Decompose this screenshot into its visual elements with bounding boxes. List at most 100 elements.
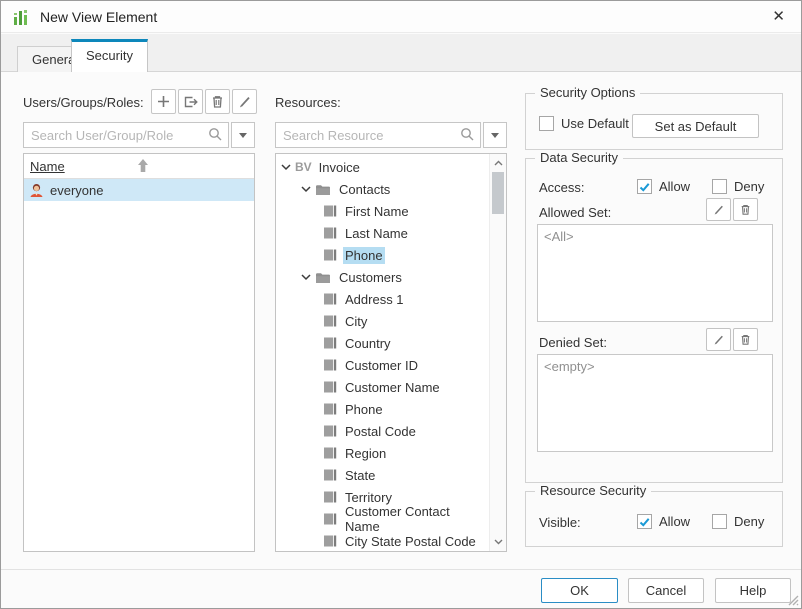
- tree-item-label: Customer Contact Name: [343, 503, 489, 535]
- field-icon: [323, 468, 337, 482]
- field-icon: [323, 380, 337, 394]
- use-default-checkline: Use Default: [539, 116, 629, 131]
- visible-label: Visible:: [539, 515, 581, 530]
- tree-item-label: Country: [343, 335, 393, 352]
- allowed-set-delete-button[interactable]: [733, 198, 758, 221]
- tree-item[interactable]: State: [276, 464, 489, 486]
- allowed-set-box[interactable]: <All>: [537, 224, 773, 322]
- tree-item[interactable]: Phone: [276, 398, 489, 420]
- user-row-label: everyone: [50, 183, 103, 198]
- access-allow-label: Allow: [659, 179, 690, 194]
- users-list-body: everyone: [24, 179, 254, 201]
- export-user-button[interactable]: [178, 89, 203, 114]
- sort-ascending-icon: [136, 158, 150, 173]
- denied-set-delete-button[interactable]: [733, 328, 758, 351]
- users-search-row: [23, 122, 255, 148]
- tree-item[interactable]: Address 1: [276, 288, 489, 310]
- tree-item-label: Customers: [337, 269, 404, 286]
- tree-item[interactable]: Postal Code: [276, 420, 489, 442]
- edit-user-button[interactable]: [232, 89, 257, 114]
- chevron-down-icon[interactable]: [280, 163, 292, 171]
- tree-item[interactable]: Customer ID: [276, 354, 489, 376]
- resize-grip[interactable]: [786, 593, 799, 606]
- user-list-row[interactable]: everyone: [24, 179, 254, 201]
- visible-allow-checkbox[interactable]: [637, 514, 652, 529]
- tree-item[interactable]: First Name: [276, 200, 489, 222]
- security-options-title: Security Options: [535, 85, 640, 100]
- tree-item-label: Address 1: [343, 291, 406, 308]
- check-icon: [639, 517, 650, 527]
- tree-item-label: State: [343, 467, 377, 484]
- folder-icon: [315, 271, 331, 284]
- field-icon: [323, 446, 337, 460]
- window-title: New View Element: [40, 9, 157, 25]
- tree-item[interactable]: Customer Name: [276, 376, 489, 398]
- set-as-default-button[interactable]: Set as Default: [632, 114, 759, 138]
- close-icon[interactable]: ✕: [768, 7, 789, 26]
- user-search-input[interactable]: [23, 122, 229, 148]
- field-icon: [323, 424, 337, 438]
- search-icon: [460, 127, 475, 142]
- search-icon: [208, 127, 223, 142]
- use-default-checkbox[interactable]: [539, 116, 554, 131]
- help-button[interactable]: Help: [715, 578, 791, 603]
- data-security-group: Data Security Access: Allow Deny Allowed…: [525, 158, 783, 483]
- tree-item-label: City: [343, 313, 369, 330]
- access-allow-checkbox[interactable]: [637, 179, 652, 194]
- denied-set-label: Denied Set:: [539, 335, 607, 350]
- title-bar: New View Element ✕: [1, 1, 801, 33]
- tree-item[interactable]: Customer Contact Name: [276, 508, 489, 530]
- security-options-group: Security Options Use Default Set as Defa…: [525, 93, 783, 150]
- chevron-down-icon[interactable]: [300, 273, 312, 281]
- footer-divider: [1, 569, 801, 570]
- scroll-up-icon[interactable]: [490, 155, 506, 171]
- allowed-set-edit-button[interactable]: [706, 198, 731, 221]
- tree-item-label: Phone: [343, 247, 385, 264]
- tree-item[interactable]: Contacts: [276, 178, 489, 200]
- tree-item[interactable]: Region: [276, 442, 489, 464]
- visible-allow-checkline: Allow: [637, 514, 690, 529]
- visible-deny-checkline: Deny: [712, 514, 764, 529]
- chevron-down-icon: [491, 133, 499, 138]
- visible-allow-label: Allow: [659, 514, 690, 529]
- resource-security-group: Resource Security Visible: Allow Deny: [525, 491, 783, 547]
- scroll-down-icon[interactable]: [490, 534, 506, 550]
- tree-item-label: Invoice: [317, 159, 362, 176]
- field-icon: [323, 336, 337, 350]
- resource-search-dropdown-button[interactable]: [483, 122, 507, 148]
- tree-scrollbar[interactable]: [489, 154, 506, 551]
- denied-set-box[interactable]: <empty>: [537, 354, 773, 452]
- resource-tree: BV Invoice Contacts First Name: [276, 156, 489, 551]
- resource-search-input[interactable]: [275, 122, 481, 148]
- name-column-header[interactable]: Name: [30, 159, 65, 174]
- tree-item[interactable]: City: [276, 310, 489, 332]
- field-icon: [323, 534, 337, 548]
- app-logo-icon: [13, 8, 31, 26]
- tree-item[interactable]: BV Invoice: [276, 156, 489, 178]
- ok-button[interactable]: OK: [541, 578, 618, 603]
- visible-deny-checkbox[interactable]: [712, 514, 727, 529]
- trash-icon: [740, 333, 751, 346]
- chevron-down-icon: [239, 133, 247, 138]
- resources-search-row: [275, 122, 507, 148]
- scrollbar-thumb[interactable]: [492, 172, 504, 214]
- access-deny-checkbox[interactable]: [712, 179, 727, 194]
- tree-item[interactable]: Country: [276, 332, 489, 354]
- business-view-icon: BV: [295, 160, 312, 174]
- denied-set-edit-button[interactable]: [706, 328, 731, 351]
- tree-item[interactable]: Last Name: [276, 222, 489, 244]
- tree-item[interactable]: Phone: [276, 244, 489, 266]
- user-search-dropdown-button[interactable]: [231, 122, 255, 148]
- field-icon: [323, 292, 337, 306]
- visible-deny-label: Deny: [734, 514, 764, 529]
- tree-item[interactable]: City State Postal Code: [276, 530, 489, 552]
- tab-security[interactable]: Security: [71, 39, 148, 72]
- cancel-button[interactable]: Cancel: [628, 578, 704, 603]
- new-view-element-dialog: New View Element ✕ General Security User…: [0, 0, 802, 609]
- tree-item[interactable]: Customers: [276, 266, 489, 288]
- delete-user-button[interactable]: [205, 89, 230, 114]
- add-user-button[interactable]: [151, 89, 176, 114]
- users-list-header[interactable]: Name: [24, 154, 254, 179]
- user-icon: [29, 183, 44, 198]
- chevron-down-icon[interactable]: [300, 185, 312, 193]
